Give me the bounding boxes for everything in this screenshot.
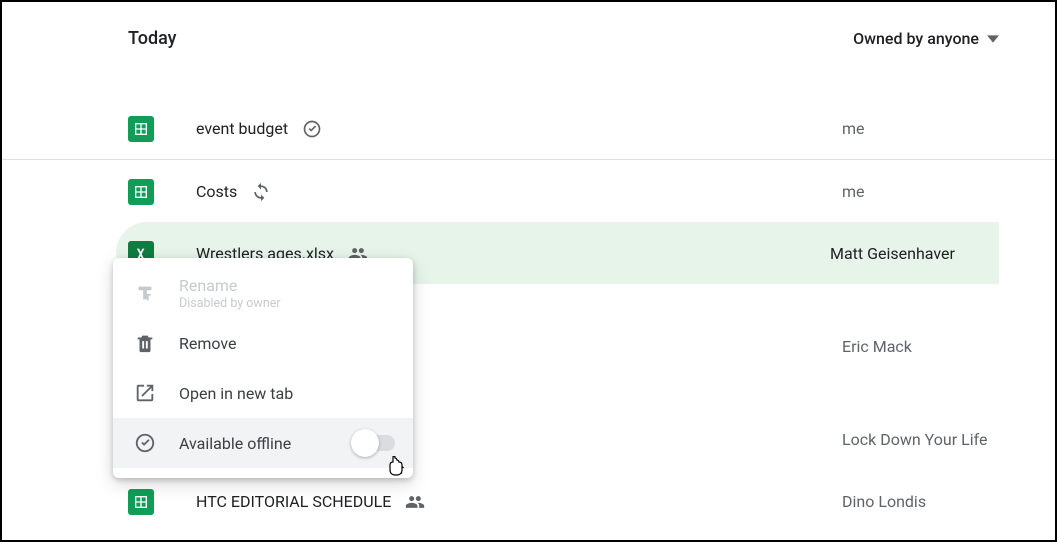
file-owner: Eric Mack <box>842 337 912 356</box>
owner-filter-dropdown[interactable]: Owned by anyone <box>853 29 999 48</box>
shared-icon <box>405 492 425 512</box>
context-menu: Rename Disabled by owner Remove Open in … <box>113 258 413 478</box>
open-new-tab-menu-item[interactable]: Open in new tab <box>113 368 413 418</box>
file-owner: Dino Londis <box>842 492 926 511</box>
trash-icon <box>133 331 157 355</box>
sync-icon <box>251 182 271 202</box>
file-owner: me <box>842 119 865 138</box>
caret-down-icon <box>987 33 999 45</box>
remove-menu-item[interactable]: Remove <box>113 318 413 368</box>
rename-menu-item: Rename Disabled by owner <box>113 268 413 318</box>
list-header: Today Owned by anyone <box>128 28 999 49</box>
rename-sublabel: Disabled by owner <box>179 296 281 311</box>
file-row[interactable]: event budget me <box>128 97 999 159</box>
section-title: Today <box>128 28 177 49</box>
rename-label: Rename <box>179 276 281 295</box>
file-name: HTC EDITORIAL SCHEDULE <box>196 492 391 511</box>
file-row[interactable]: Costs me <box>128 160 999 222</box>
file-owner: me <box>842 182 865 201</box>
available-offline-menu-item[interactable]: Available offline <box>113 418 413 468</box>
file-row[interactable]: HTC EDITORIAL SCHEDULE Dino Londis <box>128 470 999 532</box>
cursor-icon <box>387 456 407 484</box>
owner-filter-label: Owned by anyone <box>853 29 979 48</box>
sheets-icon <box>128 179 154 205</box>
file-name: Costs <box>196 182 237 201</box>
file-owner: Lock Down Your Life <box>842 430 987 449</box>
file-owner: Matt Geisenhaver <box>830 244 955 263</box>
offline-ready-icon <box>302 119 322 139</box>
available-offline-label: Available offline <box>179 434 291 453</box>
sheets-icon <box>128 116 154 142</box>
file-name: event budget <box>196 119 288 138</box>
offline-icon <box>133 431 157 455</box>
toggle-knob <box>351 429 379 457</box>
offline-toggle[interactable] <box>355 435 395 451</box>
open-new-tab-label: Open in new tab <box>179 384 293 403</box>
sheets-icon <box>128 489 154 515</box>
open-in-new-icon <box>133 381 157 405</box>
text-icon <box>133 281 157 305</box>
remove-label: Remove <box>179 334 237 353</box>
